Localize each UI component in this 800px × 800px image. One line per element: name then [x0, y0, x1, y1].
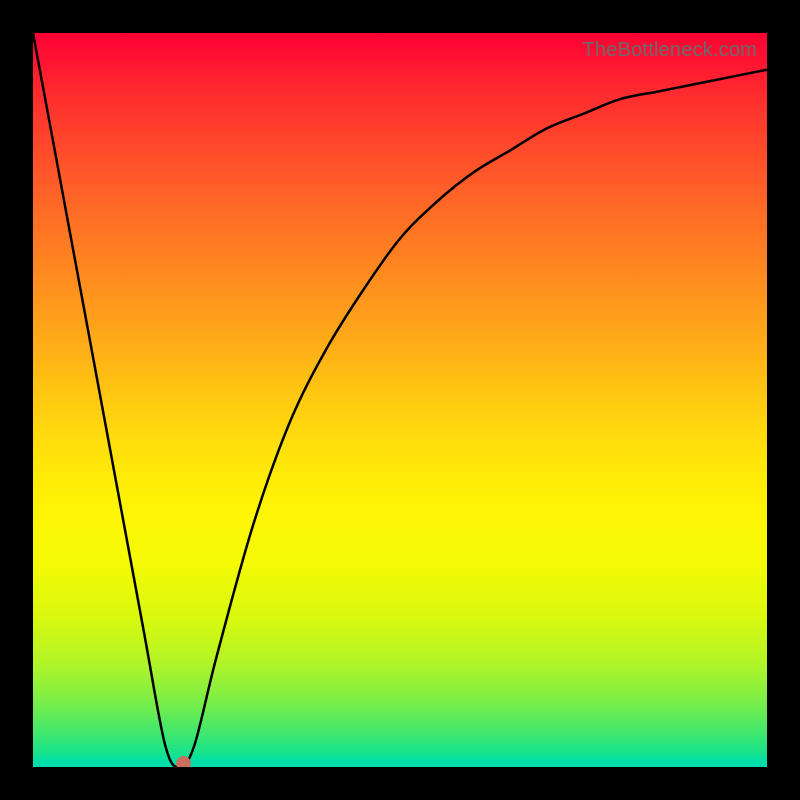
bottleneck-curve: [33, 33, 767, 767]
plot-area: TheBottleneck.com: [33, 33, 767, 767]
chart-frame: TheBottleneck.com: [0, 0, 800, 800]
curve-svg: [33, 33, 767, 767]
